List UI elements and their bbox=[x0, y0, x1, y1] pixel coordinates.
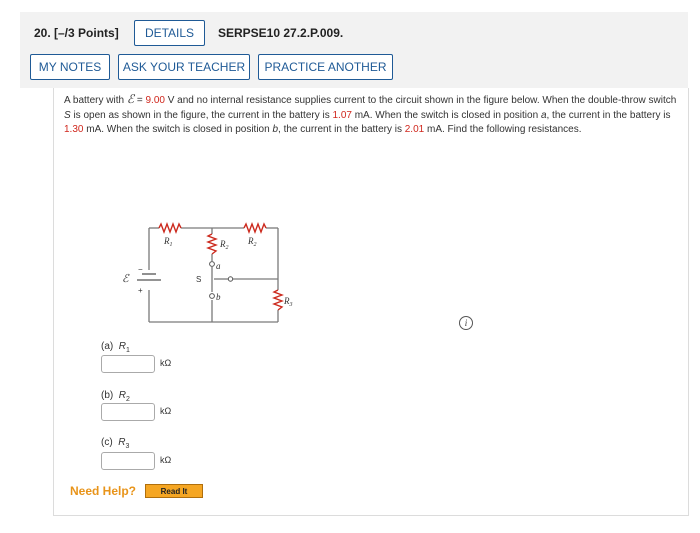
r1-unit: kΩ bbox=[160, 358, 172, 368]
battery-plus-label: + bbox=[138, 286, 143, 295]
r2-unit: kΩ bbox=[160, 406, 172, 416]
question-title: 20. [–/3 Points] bbox=[34, 26, 119, 40]
current-b-value: 2.01 bbox=[404, 124, 425, 135]
switch-label: S bbox=[196, 275, 201, 284]
circuit-diagram: R1 R2 R2 R3 ℰ a b − + S bbox=[122, 222, 293, 323]
emf-value: 9.00 bbox=[145, 95, 165, 106]
my-notes-button[interactable]: MY NOTES bbox=[30, 54, 110, 80]
r1-answer-input[interactable] bbox=[101, 355, 155, 373]
ask-teacher-button[interactable]: ASK YOUR TEACHER bbox=[118, 54, 250, 80]
r2-top-label: R2 bbox=[247, 236, 257, 248]
r1-label: R1 bbox=[163, 236, 173, 248]
details-button[interactable]: DETAILS bbox=[134, 20, 205, 46]
switch-pos-b-label: b bbox=[216, 292, 221, 302]
info-icon[interactable]: i bbox=[459, 316, 473, 330]
part-a-label: (a) R1 bbox=[101, 341, 130, 354]
problem-reference: SERPSE10 27.2.P.009. bbox=[218, 26, 344, 40]
current-a-value: 1.30 bbox=[64, 124, 84, 135]
r2-answer-input[interactable] bbox=[101, 403, 155, 421]
read-it-button[interactable]: Read It bbox=[145, 484, 203, 498]
problem-statement: A battery with ℰ = 9.00 V and no interna… bbox=[64, 92, 677, 135]
r1-resistor bbox=[158, 222, 182, 234]
emf-symbol: ℰ bbox=[126, 92, 135, 106]
r2-middle-label: R2 bbox=[219, 239, 229, 251]
r3-unit: kΩ bbox=[160, 455, 172, 465]
need-help-label: Need Help? bbox=[70, 484, 137, 498]
part-c-label: (c) R3 bbox=[101, 437, 130, 450]
current-open-value: 1.07 bbox=[332, 109, 352, 121]
r3-answer-input[interactable] bbox=[101, 452, 155, 470]
r3-resistor bbox=[272, 289, 284, 311]
practice-another-button[interactable]: PRACTICE ANOTHER bbox=[258, 54, 393, 80]
r3-label: R3 bbox=[283, 296, 293, 308]
r2-middle-resistor bbox=[206, 233, 218, 255]
r2-top-resistor bbox=[243, 222, 267, 234]
battery-minus-label: − bbox=[138, 265, 143, 274]
part-b-label: (b) R2 bbox=[101, 390, 130, 403]
emf-label: ℰ bbox=[122, 273, 130, 285]
switch-pos-a-label: a bbox=[216, 261, 221, 271]
